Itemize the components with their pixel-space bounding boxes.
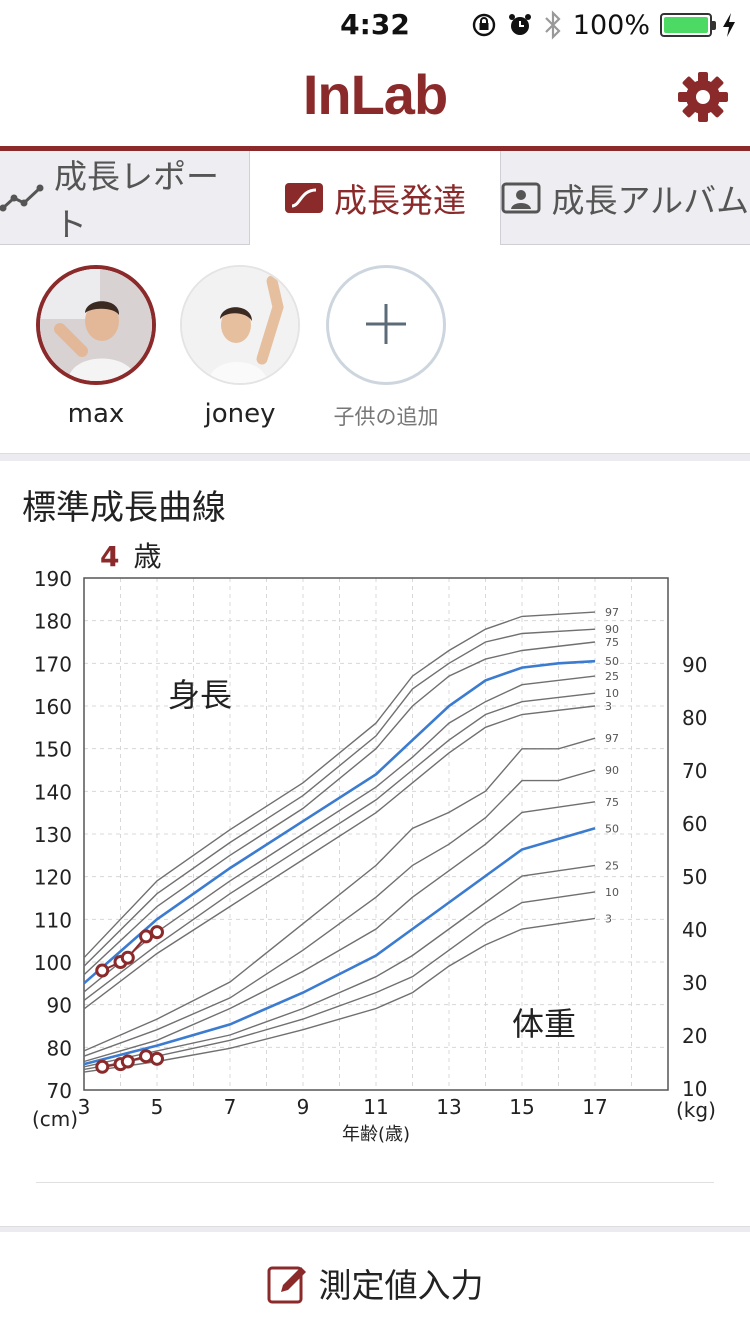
child-item-max[interactable]: max: [26, 265, 166, 429]
charging-bolt-icon: [723, 13, 735, 37]
height-percentile-label: 25: [605, 670, 619, 683]
edit-pencil-icon: [267, 1266, 306, 1304]
height-percentile-label: 75: [605, 636, 619, 649]
child-photo-joney: [182, 267, 298, 383]
y-right-tick-label: 60: [682, 812, 707, 836]
weight-percentile-label: 50: [605, 822, 619, 835]
height-percentile-label: 97: [605, 606, 619, 619]
weight-percentile-label: 97: [605, 732, 619, 745]
settings-gear-icon[interactable]: [676, 70, 730, 124]
height-chart-label: 身長: [168, 676, 232, 714]
weight-percentile-label: 90: [605, 764, 619, 777]
portrait-icon: [501, 182, 541, 213]
y-left-unit: (cm): [32, 1107, 78, 1131]
tab-growth-album-label: 成長アルバム: [551, 180, 750, 220]
y-left-tick-label: 90: [47, 994, 72, 1018]
x-tick-label: 3: [78, 1095, 91, 1119]
height-percentile-label: 3: [605, 700, 612, 713]
height-measurement-point: [139, 929, 154, 944]
plus-icon: [366, 304, 406, 344]
weight-measurement-point: [150, 1051, 164, 1066]
y-right-tick-label: 80: [682, 706, 707, 730]
y-right-tick-label: 70: [682, 759, 707, 783]
weight-chart-label: 体重: [512, 1005, 576, 1043]
x-tick-label: 9: [297, 1095, 310, 1119]
height-measurement-point: [150, 925, 164, 940]
child-name: joney: [204, 399, 276, 429]
tab-growth-report-label: 成長レポート: [54, 156, 219, 244]
y-left-tick-label: 110: [34, 908, 72, 932]
child-selector: max joney 子供の追加: [0, 245, 750, 453]
y-left-tick-label: 130: [34, 823, 72, 847]
battery-percent: 100%: [572, 9, 650, 41]
x-tick-label: 7: [224, 1095, 237, 1119]
y-left-tick-label: 70: [47, 1079, 72, 1103]
height-percentile-label: 90: [605, 623, 619, 636]
child-photo-max: [40, 269, 152, 381]
avatar[interactable]: [36, 265, 156, 385]
add-child[interactable]: 子供の追加: [316, 265, 456, 431]
y-right-tick-label: 30: [682, 971, 707, 995]
app-header: InLab: [0, 50, 750, 146]
chart-title: 標準成長曲線: [22, 488, 226, 528]
tab-bar: 成長レポート 成長発達 成長アルバム: [0, 151, 750, 245]
weight-measurement-point: [95, 1059, 110, 1074]
section-divider: [0, 453, 750, 461]
status-bar: 4:32 100%: [0, 0, 750, 50]
x-tick-label: 15: [509, 1095, 534, 1119]
weight-percentile-label: 3: [605, 912, 612, 925]
growth-chart: 97907550251039790755025103 7080901001101…: [32, 567, 716, 1145]
x-tick-label: 5: [151, 1095, 164, 1119]
height-measurement-point: [120, 950, 135, 965]
orientation-lock-icon: [472, 13, 495, 37]
height-measurement-point: [95, 963, 110, 978]
y-right-tick-label: 20: [682, 1024, 707, 1048]
measurement-input-button[interactable]: 測定値入力: [0, 1232, 750, 1334]
app-logo: InLab: [302, 63, 448, 126]
weight-percentile-label: 10: [605, 886, 619, 899]
card-divider: [36, 1182, 714, 1183]
child-item-joney[interactable]: joney: [170, 265, 310, 429]
weight-percentile-label: 75: [605, 796, 619, 809]
y-left-tick-label: 80: [47, 1036, 72, 1060]
add-child-label: 子供の追加: [333, 405, 439, 429]
y-left-tick-label: 100: [34, 951, 72, 975]
child-name: max: [67, 399, 125, 429]
tab-growth-report[interactable]: 成長レポート: [0, 151, 251, 245]
y-left-tick-label: 170: [34, 652, 72, 676]
x-tick-label: 17: [582, 1095, 607, 1119]
bluetooth-icon: [545, 10, 561, 40]
add-child-button[interactable]: [326, 265, 446, 385]
x-axis-label: 年齢(歳): [342, 1124, 410, 1145]
y-left-tick-label: 150: [34, 738, 72, 762]
x-tick-label: 11: [363, 1095, 388, 1119]
status-indicators: 100%: [471, 8, 736, 42]
y-left-tick-label: 120: [34, 866, 72, 890]
curve-icon: [284, 183, 323, 213]
avatar[interactable]: [180, 265, 300, 385]
trend-line-icon: [0, 184, 44, 211]
weight-measurement-point: [139, 1049, 154, 1064]
battery-icon: [660, 13, 716, 37]
height-percentile-label: 50: [605, 655, 619, 668]
measurement-input-label: 測定値入力: [318, 1266, 484, 1305]
x-tick-label: 13: [436, 1095, 461, 1119]
weight-measurement-point: [120, 1054, 135, 1069]
y-left-tick-label: 140: [34, 780, 72, 804]
tab-growth-album[interactable]: 成長アルバム: [500, 151, 750, 245]
y-right-unit: (kg): [676, 1098, 716, 1122]
height-percentile-label: 10: [605, 687, 619, 700]
y-right-tick-label: 40: [682, 918, 707, 942]
y-left-tick-label: 190: [34, 567, 72, 591]
tab-growth-development-label: 成長発達: [333, 181, 466, 220]
y-right-tick-label: 90: [682, 653, 707, 677]
y-left-tick-label: 160: [34, 695, 72, 719]
alarm-icon: [508, 14, 531, 35]
y-left-tick-label: 180: [34, 610, 72, 634]
weight-percentile-label: 25: [605, 859, 619, 872]
tab-growth-development[interactable]: 成長発達: [250, 151, 501, 245]
y-right-tick-label: 50: [682, 865, 707, 889]
